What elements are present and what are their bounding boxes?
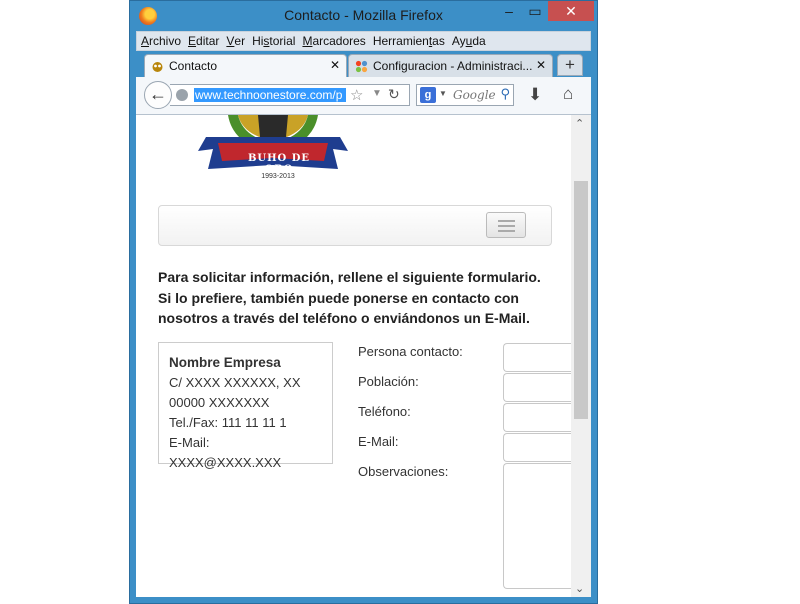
menu-item[interactable]: Ver <box>222 32 248 48</box>
logo-text: BUHO DE ORO <box>247 153 311 175</box>
back-button[interactable]: ← <box>144 81 172 109</box>
menu-item-text: as <box>432 34 445 48</box>
tab-strip: Contacto ✕ Configuracion - Administraci.… <box>136 51 591 77</box>
tab-contacto[interactable]: Contacto ✕ <box>144 54 347 77</box>
company-name: Nombre Empresa <box>169 355 281 370</box>
phone-label: Teléfono: <box>358 404 411 419</box>
menu-bar: Archivo Editar Ver Historial Marcadores Herra… <box>136 31 591 51</box>
home-icon[interactable]: ⌂ <box>563 84 573 104</box>
hamburger-line <box>498 230 515 232</box>
city-label: Población: <box>358 374 419 389</box>
menu-item-text: arcadores <box>312 34 366 48</box>
company-street: C/ XXXX XXXXXX, XX <box>169 375 301 390</box>
menu-item-accesskey: E <box>188 34 197 48</box>
menu-item[interactable]: Ayuda <box>448 32 489 48</box>
bookmark-star-icon[interactable]: ☆ <box>350 86 363 104</box>
menu-item-text: Ay <box>451 34 466 48</box>
email-label: E-Mail: <box>358 434 399 449</box>
hamburger-line <box>498 225 515 227</box>
minimize-button[interactable]: – <box>496 1 522 21</box>
search-bar[interactable]: g ▼ Google ⚲ <box>416 84 514 106</box>
menu-item-text: rchivo <box>149 34 182 48</box>
navigation-toolbar: www.technoonestore.com/p ☆ ▼ ↻ ← g ▼ Goo… <box>136 77 591 115</box>
phone-input[interactable] <box>503 403 571 432</box>
scroll-down-icon[interactable]: ⌄ <box>575 582 584 595</box>
menu-item-text: Herramien <box>372 34 429 48</box>
url-bar[interactable]: www.technoonestore.com/p ☆ ▼ ↻ <box>170 84 410 106</box>
scrollbar-thumb[interactable] <box>574 181 588 419</box>
menu-item-accesskey: M <box>302 34 313 48</box>
hamburger-line <box>498 220 515 222</box>
tab-label: Configuracion - Administraci... <box>373 59 533 73</box>
menu-toggle-button[interactable] <box>486 212 526 238</box>
google-icon[interactable]: g <box>420 87 436 103</box>
download-icon[interactable]: ⬇ <box>528 85 542 105</box>
menu-item-text: torial <box>269 34 296 48</box>
email-input[interactable] <box>503 433 571 462</box>
notes-textarea[interactable] <box>503 463 571 589</box>
title-bar[interactable]: Contacto - Mozilla Firefox – ▭ ✕ <box>130 1 597 31</box>
company-address-box: Nombre Empresa C/ XXXX XXXXXX, XX 00000 … <box>158 342 333 470</box>
scroll-up-icon[interactable]: ⌃ <box>575 117 584 130</box>
menu-item-text: da <box>472 34 486 48</box>
tab-configuracion[interactable]: Configuracion - Administraci... ✕ <box>348 54 553 77</box>
url-text[interactable]: www.technoonestore.com/p <box>194 88 346 102</box>
vertical-scrollbar[interactable]: ⌃ ⌄ <box>571 115 591 597</box>
search-engine-dropdown-icon[interactable]: ▼ <box>439 89 447 98</box>
menu-item-accesskey: u <box>465 34 473 48</box>
new-tab-button[interactable]: + <box>557 54 583 76</box>
menu-item[interactable]: Editar <box>184 32 222 48</box>
maximize-button[interactable]: ▭ <box>522 1 548 21</box>
company-phone: Tel./Fax: 111 11 11 1 <box>169 415 287 430</box>
page-content: BUHO DE ORO 1993-2013 Para solicitar inf… <box>136 115 571 597</box>
menu-item[interactable]: Herramientas <box>369 32 448 48</box>
joomla-favicon-icon <box>355 60 368 73</box>
search-input[interactable]: Google <box>453 88 496 102</box>
contact-person-label: Persona contacto: <box>358 344 463 359</box>
owl-favicon-icon <box>152 62 163 72</box>
tab-label: Contacto <box>169 59 218 73</box>
globe-icon <box>176 89 188 101</box>
city-input[interactable] <box>503 373 571 402</box>
reload-icon[interactable]: ↻ <box>388 86 400 103</box>
tab-close-icon[interactable]: ✕ <box>536 58 546 72</box>
contact-person-input[interactable] <box>503 343 571 372</box>
menu-item[interactable]: Marcadores <box>298 32 368 48</box>
browser-window: Contacto - Mozilla Firefox – ▭ ✕ Archivo… <box>129 0 598 604</box>
menu-item-accesskey: V <box>226 34 235 48</box>
menu-item-accesskey: A <box>141 34 150 48</box>
url-dropdown-icon[interactable]: ▼ <box>372 88 382 99</box>
menu-item[interactable]: Archivo <box>137 32 184 48</box>
intro-text: Para solicitar información, rellene el s… <box>158 269 541 326</box>
notes-label: Observaciones: <box>358 464 449 479</box>
search-icon[interactable]: ⚲ <box>500 86 510 102</box>
menu-item[interactable]: Historial <box>248 32 298 48</box>
menu-item-text: ditar <box>196 34 220 48</box>
company-email: E-Mail: XXXX@XXXX.XXX <box>169 435 282 470</box>
menu-item-text: er <box>234 34 246 48</box>
tab-close-icon[interactable]: ✕ <box>330 58 340 72</box>
site-navbar <box>158 205 552 246</box>
menu-item-text: Hi <box>252 34 264 48</box>
close-window-button[interactable]: ✕ <box>548 1 594 21</box>
company-zip: 00000 XXXXXXX <box>169 395 270 410</box>
logo-years: 1993-2013 <box>261 173 295 180</box>
buho-de-oro-logo: BUHO DE ORO 1993-2013 <box>198 115 348 185</box>
